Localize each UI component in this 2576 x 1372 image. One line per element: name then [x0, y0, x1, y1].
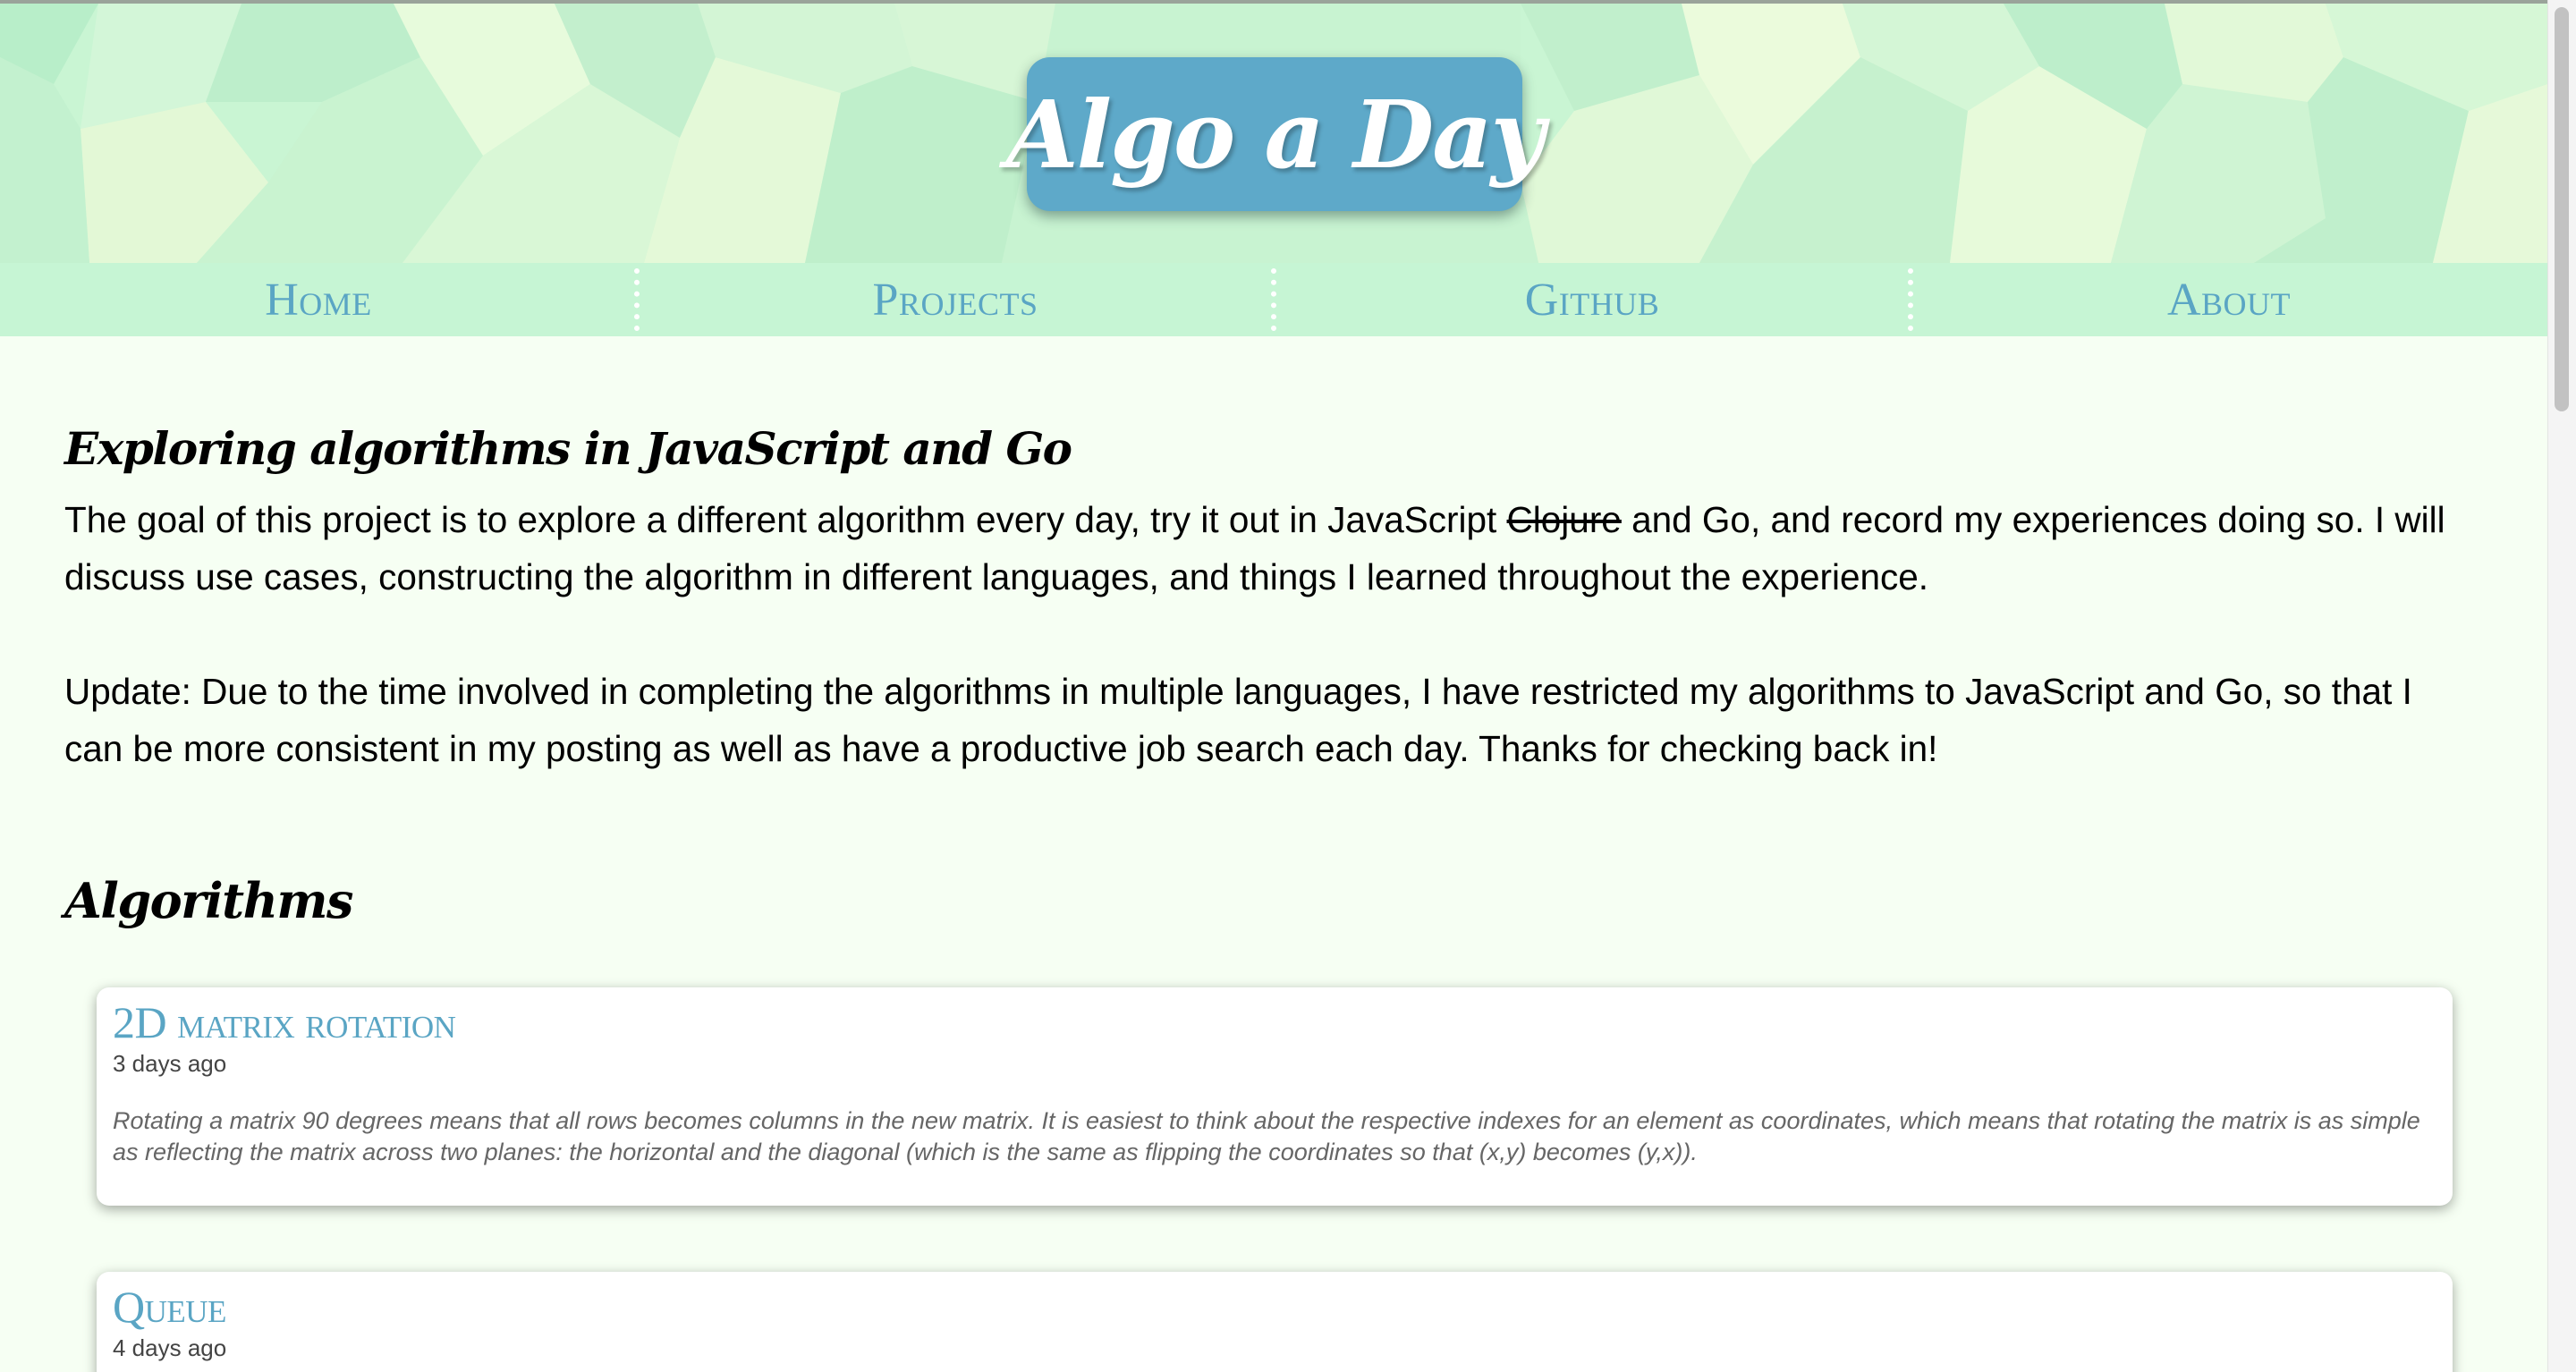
- intro-heading: Exploring algorithms in JavaScript and G…: [64, 422, 1072, 475]
- vertical-scrollbar[interactable]: [2547, 0, 2576, 1372]
- algorithm-card-title[interactable]: 2D matrix rotation: [113, 987, 2436, 1048]
- algorithm-card-summary: Rotating a matrix 90 degrees means that …: [113, 1107, 2420, 1165]
- algorithm-card[interactable]: Queue 4 days ago: [97, 1272, 2453, 1372]
- intro-paragraph: The goal of this project is to explore a…: [64, 491, 2479, 606]
- algorithms-heading: Algorithms: [64, 872, 353, 929]
- nav-item-projects[interactable]: Projects: [634, 263, 1274, 336]
- site-header: Algo a Day: [0, 4, 2547, 263]
- algorithm-card-title[interactable]: Queue: [113, 1272, 2436, 1333]
- nav-label-home: Home: [265, 274, 372, 326]
- algorithm-card[interactable]: 2D matrix rotation 3 days ago Rotating a…: [97, 987, 2453, 1206]
- main-nav: Home Projects Github About: [0, 263, 2547, 336]
- struck-language: Clojure: [1506, 499, 1622, 540]
- page: Algo a Day Home Projects Github About Ex…: [0, 0, 2547, 1372]
- site-title: Algo a Day: [1005, 79, 1545, 190]
- intro-text-before: The goal of this project is to explore a…: [64, 499, 1507, 540]
- update-paragraph: Update: Due to the time involved in comp…: [64, 671, 2412, 769]
- nav-label-projects: Projects: [872, 274, 1038, 326]
- nav-item-home[interactable]: Home: [0, 263, 637, 336]
- nav-item-about[interactable]: About: [1908, 263, 2547, 336]
- nav-item-github[interactable]: Github: [1271, 263, 1911, 336]
- main-content: Exploring algorithms in JavaScript and G…: [64, 336, 2479, 1372]
- algorithm-card-date: 3 days ago: [113, 1050, 227, 1077]
- site-logo[interactable]: Algo a Day: [1006, 57, 1545, 211]
- scrollbar-thumb[interactable]: [2555, 7, 2569, 411]
- algorithm-card-date: 4 days ago: [113, 1334, 227, 1361]
- nav-label-github: Github: [1524, 274, 1660, 326]
- nav-label-about: About: [2166, 274, 2292, 326]
